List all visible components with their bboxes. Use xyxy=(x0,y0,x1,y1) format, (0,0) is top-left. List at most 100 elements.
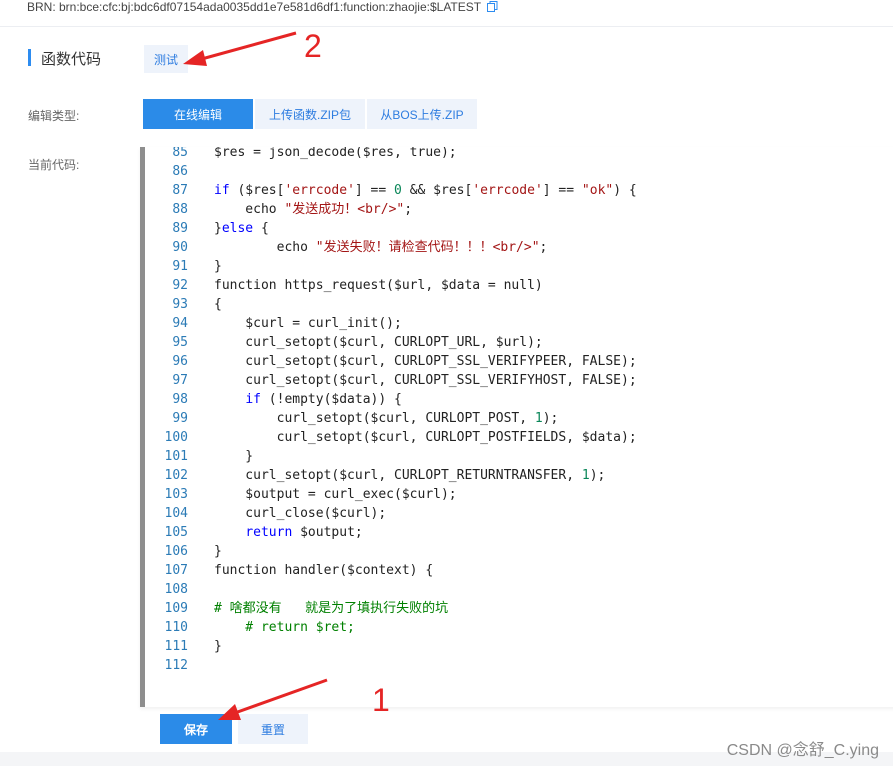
code-line: 104 curl_close($curl); xyxy=(145,504,637,523)
code-text: return $output; xyxy=(245,525,363,540)
line-number: 104 xyxy=(164,506,188,521)
line-number: 96 xyxy=(172,354,188,369)
line-number: 107 xyxy=(164,563,188,578)
reset-button[interactable]: 重置 xyxy=(238,714,308,744)
section-title: 函数代码 xyxy=(41,51,102,68)
tab-online-edit[interactable]: 在线编辑 xyxy=(143,99,253,129)
code-line: 98 if (!empty($data)) { xyxy=(145,390,637,409)
line-number: 91 xyxy=(172,259,188,274)
edit-type-tabs: 在线编辑 上传函数.ZIP包 从BOS上传.ZIP xyxy=(143,99,479,129)
code-text: echo "发送成功！<br/>"; xyxy=(214,202,413,217)
line-number: 102 xyxy=(164,468,188,483)
code-text: curl_setopt($curl, CURLOPT_SSL_VERIFYPEE… xyxy=(214,354,637,369)
line-number: 95 xyxy=(172,335,188,350)
edit-type-label: 编辑类型: xyxy=(28,109,80,123)
line-number: 109 xyxy=(164,601,188,616)
save-button[interactable]: 保存 xyxy=(160,714,232,744)
line-number: 99 xyxy=(172,411,188,426)
line-number: 89 xyxy=(172,221,188,236)
line-number: 93 xyxy=(172,297,188,312)
code-line: 105 return $output; xyxy=(145,523,637,542)
code-text: curl_setopt($curl, CURLOPT_RETURNTRANSFE… xyxy=(214,468,606,483)
code-line: 93 { xyxy=(145,295,637,314)
code-lines: 85 $res = json_decode($res, true); 86 87 if … xyxy=(145,147,637,675)
annotation-one: 1 xyxy=(372,682,390,718)
line-number: 86 xyxy=(172,164,188,179)
code-line: 88 echo "发送成功！<br/>"; xyxy=(145,200,637,219)
line-number: 94 xyxy=(172,316,188,331)
code-text: } xyxy=(214,639,222,654)
code-line: 95 curl_setopt($curl, CURLOPT_URL, $url)… xyxy=(145,333,637,352)
code-line: 86 xyxy=(145,162,637,181)
code-text: # return $ret; xyxy=(214,620,355,635)
code-text: } xyxy=(214,449,254,464)
line-number: 103 xyxy=(164,487,188,502)
line-number: 97 xyxy=(172,373,188,388)
watermark: CSDN @念舒_C.ying xyxy=(726,742,879,759)
line-number: 100 xyxy=(164,430,188,445)
current-code-label: 当前代码: xyxy=(28,158,80,172)
code-line: 85 $res = json_decode($res, true); xyxy=(145,147,637,162)
code-text: }else { xyxy=(214,221,269,236)
annotation-two: 2 xyxy=(304,28,322,64)
top-divider xyxy=(0,26,893,27)
line-number: 110 xyxy=(164,620,188,635)
line-number: 88 xyxy=(172,202,188,217)
line-number: 112 xyxy=(164,658,188,673)
code-line: 112 xyxy=(145,656,637,675)
line-number: 106 xyxy=(164,544,188,559)
code-line: 100 curl_setopt($curl, CURLOPT_POSTFIELD… xyxy=(145,428,637,447)
code-line: 101 } xyxy=(145,447,637,466)
line-number: 90 xyxy=(172,240,188,255)
code-line: 107 function handler($context) { xyxy=(145,561,637,580)
code-text: # 啥都没有 就是为了填执行失败的坑 xyxy=(214,601,449,616)
code-text: curl_setopt($curl, CURLOPT_URL, $url); xyxy=(214,335,543,350)
code-text: { xyxy=(214,297,222,312)
test-button[interactable]: 测试 xyxy=(144,45,188,73)
code-line: 90 echo "发送失败！请检查代码！！！<br/>"; xyxy=(145,238,637,257)
line-number: 108 xyxy=(164,582,188,597)
code-line: 91} xyxy=(145,257,637,276)
code-text: function handler($context) { xyxy=(214,563,434,578)
code-editor[interactable]: 85 $res = json_decode($res, true); 86 87 if … xyxy=(140,147,893,707)
brn-line: BRN: brn:bce:cfc:bj:bdc6df07154ada0035dd… xyxy=(27,0,498,14)
code-text: curl_setopt($curl, CURLOPT_SSL_VERIFYHOS… xyxy=(214,373,637,388)
code-line: 89 }else { xyxy=(145,219,637,238)
code-line: 87 if ($res['errcode'] == 0 && $res['errc… xyxy=(145,181,637,200)
section-title-bar xyxy=(28,49,31,66)
line-number: 111 xyxy=(164,639,188,654)
line-number: 85 xyxy=(172,147,188,160)
code-text: } xyxy=(214,544,222,559)
copy-icon[interactable] xyxy=(487,1,498,12)
arrow-to-test xyxy=(183,31,297,66)
code-text: curl_setopt($curl, CURLOPT_POST, 1); xyxy=(214,411,559,426)
code-text: $res = json_decode($res, true); xyxy=(214,147,457,160)
code-line: 110 # return $ret; xyxy=(145,618,637,637)
line-number: 105 xyxy=(164,525,188,540)
code-line: 94 $curl = curl_init(); xyxy=(145,314,637,333)
brn-text: BRN: brn:bce:cfc:bj:bdc6df07154ada0035dd… xyxy=(27,0,481,14)
code-text: $output = curl_exec($curl); xyxy=(214,487,457,502)
code-line: 108 xyxy=(145,580,637,599)
code-line: 111} xyxy=(145,637,637,656)
code-line: 92 function https_request($url, $data = n… xyxy=(145,276,637,295)
code-line: 106} xyxy=(145,542,637,561)
code-line: 96 curl_setopt($curl, CURLOPT_SSL_VERIFY… xyxy=(145,352,637,371)
code-text: if (!empty($data)) { xyxy=(245,392,402,407)
code-text: curl_setopt($curl, CURLOPT_POSTFIELDS, $… xyxy=(214,430,637,445)
code-text: if ($res['errcode'] == 0 && $res['errcod… xyxy=(214,183,637,198)
code-text: } xyxy=(214,259,222,274)
code-text: function https_request($url, $data = nul… xyxy=(214,278,543,293)
tab-upload-zip[interactable]: 上传函数.ZIP包 xyxy=(255,99,365,129)
code-line: 109 # 啥都没有 就是为了填执行失败的坑 xyxy=(145,599,637,618)
line-number: 87 xyxy=(172,183,188,198)
code-text: echo "发送失败！请检查代码！！！<br/>"; xyxy=(214,240,548,255)
code-line: 97 curl_setopt($curl, CURLOPT_SSL_VERIFY… xyxy=(145,371,637,390)
line-number: 101 xyxy=(164,449,188,464)
code-line: 99 curl_setopt($curl, CURLOPT_POST, 1); xyxy=(145,409,637,428)
code-line: 102 curl_setopt($curl, CURLOPT_RETURNTRA… xyxy=(145,466,637,485)
tab-bos-upload[interactable]: 从BOS上传.ZIP xyxy=(367,99,477,129)
line-number: 98 xyxy=(172,392,188,407)
code-line: 103 $output = curl_exec($curl); xyxy=(145,485,637,504)
line-number: 92 xyxy=(172,278,188,293)
